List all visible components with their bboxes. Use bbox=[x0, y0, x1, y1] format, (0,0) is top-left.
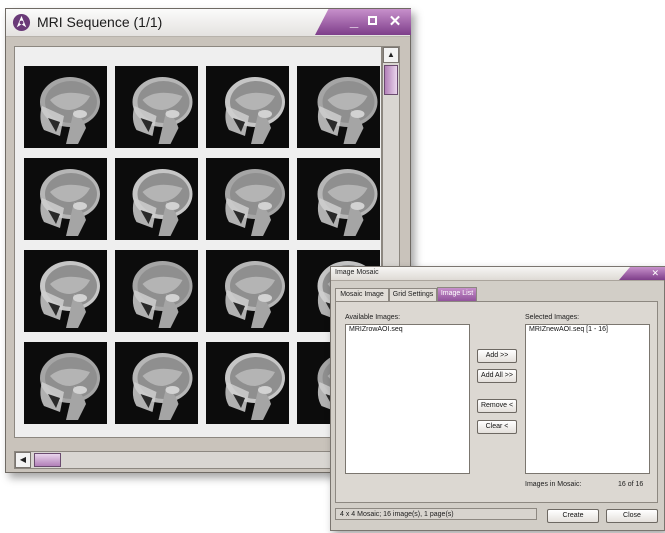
mri-slice-image[interactable] bbox=[206, 66, 289, 148]
add-button[interactable]: Add >> bbox=[477, 349, 517, 363]
close-button[interactable]: ✕ bbox=[386, 13, 404, 31]
tab-image-list[interactable]: Image List bbox=[437, 287, 477, 302]
minimize-button[interactable]: _ bbox=[345, 13, 363, 31]
dialog-close-button[interactable]: ✕ bbox=[619, 267, 665, 280]
mri-slice-image[interactable] bbox=[115, 342, 198, 424]
available-images-list[interactable]: MRIZrowAOI.seq bbox=[345, 324, 470, 474]
app-logo-icon bbox=[12, 13, 31, 32]
image-list-panel: Available Images: MRIZrowAOI.seq Add >> … bbox=[335, 301, 658, 503]
scroll-left-button[interactable]: ◀ bbox=[15, 452, 31, 468]
mri-slice-image[interactable] bbox=[206, 342, 289, 424]
mri-slice-image[interactable] bbox=[115, 66, 198, 148]
mri-image-viewport[interactable] bbox=[14, 46, 382, 438]
remove-button[interactable]: Remove < bbox=[477, 399, 517, 413]
mri-slice-image[interactable] bbox=[115, 158, 198, 240]
selected-images-list[interactable]: MRIZnewAOI.seq [1 - 16] bbox=[525, 324, 650, 474]
mri-slice-image[interactable] bbox=[24, 342, 107, 424]
mri-slice-image[interactable] bbox=[297, 66, 380, 148]
vertical-scroll-thumb[interactable] bbox=[384, 65, 398, 95]
mri-slice-image[interactable] bbox=[24, 158, 107, 240]
add-all-button[interactable]: Add All >> bbox=[477, 369, 517, 383]
mri-slice-image[interactable] bbox=[24, 66, 107, 148]
horizontal-scrollbar[interactable]: ◀ bbox=[14, 451, 382, 469]
clear-button[interactable]: Clear < bbox=[477, 420, 517, 434]
tab-mosaic-image[interactable]: Mosaic Image bbox=[335, 288, 389, 301]
mri-slice-image[interactable] bbox=[24, 250, 107, 332]
window-controls: _ ✕ bbox=[315, 9, 411, 35]
scroll-up-button[interactable]: ▲ bbox=[383, 47, 399, 63]
create-button[interactable]: Create bbox=[547, 509, 599, 523]
mri-slice-image[interactable] bbox=[206, 250, 289, 332]
close-dialog-button[interactable]: Close bbox=[606, 509, 658, 523]
maximize-icon bbox=[368, 16, 377, 25]
mosaic-dialog-title: Image Mosaic bbox=[335, 269, 379, 276]
maximize-button[interactable] bbox=[365, 13, 383, 31]
images-in-mosaic-value: 16 of 16 bbox=[618, 481, 644, 488]
mosaic-dialog-titlebar[interactable]: Image Mosaic ✕ bbox=[331, 267, 665, 281]
mri-window-title: MRI Sequence (1/1) bbox=[37, 14, 163, 30]
image-mosaic-dialog: Image Mosaic ✕ Mosaic Image Grid Setting… bbox=[330, 266, 665, 531]
list-item[interactable]: MRIZrowAOI.seq bbox=[349, 326, 403, 333]
mri-slice-image[interactable] bbox=[206, 158, 289, 240]
tab-grid-settings[interactable]: Grid Settings bbox=[389, 288, 437, 301]
horizontal-scroll-thumb[interactable] bbox=[34, 453, 61, 467]
selected-images-label: Selected Images: bbox=[525, 314, 580, 321]
images-in-mosaic-label: Images in Mosaic: bbox=[525, 481, 582, 488]
mri-window-titlebar[interactable]: MRI Sequence (1/1) _ ✕ bbox=[6, 9, 411, 37]
mri-slice-image[interactable] bbox=[297, 158, 380, 240]
list-item[interactable]: MRIZnewAOI.seq [1 - 16] bbox=[529, 326, 608, 333]
mri-slice-image[interactable] bbox=[115, 250, 198, 332]
available-images-label: Available Images: bbox=[345, 314, 401, 321]
mosaic-status-bar: 4 x 4 Mosaic; 16 image(s), 1 page(s) bbox=[335, 508, 537, 520]
